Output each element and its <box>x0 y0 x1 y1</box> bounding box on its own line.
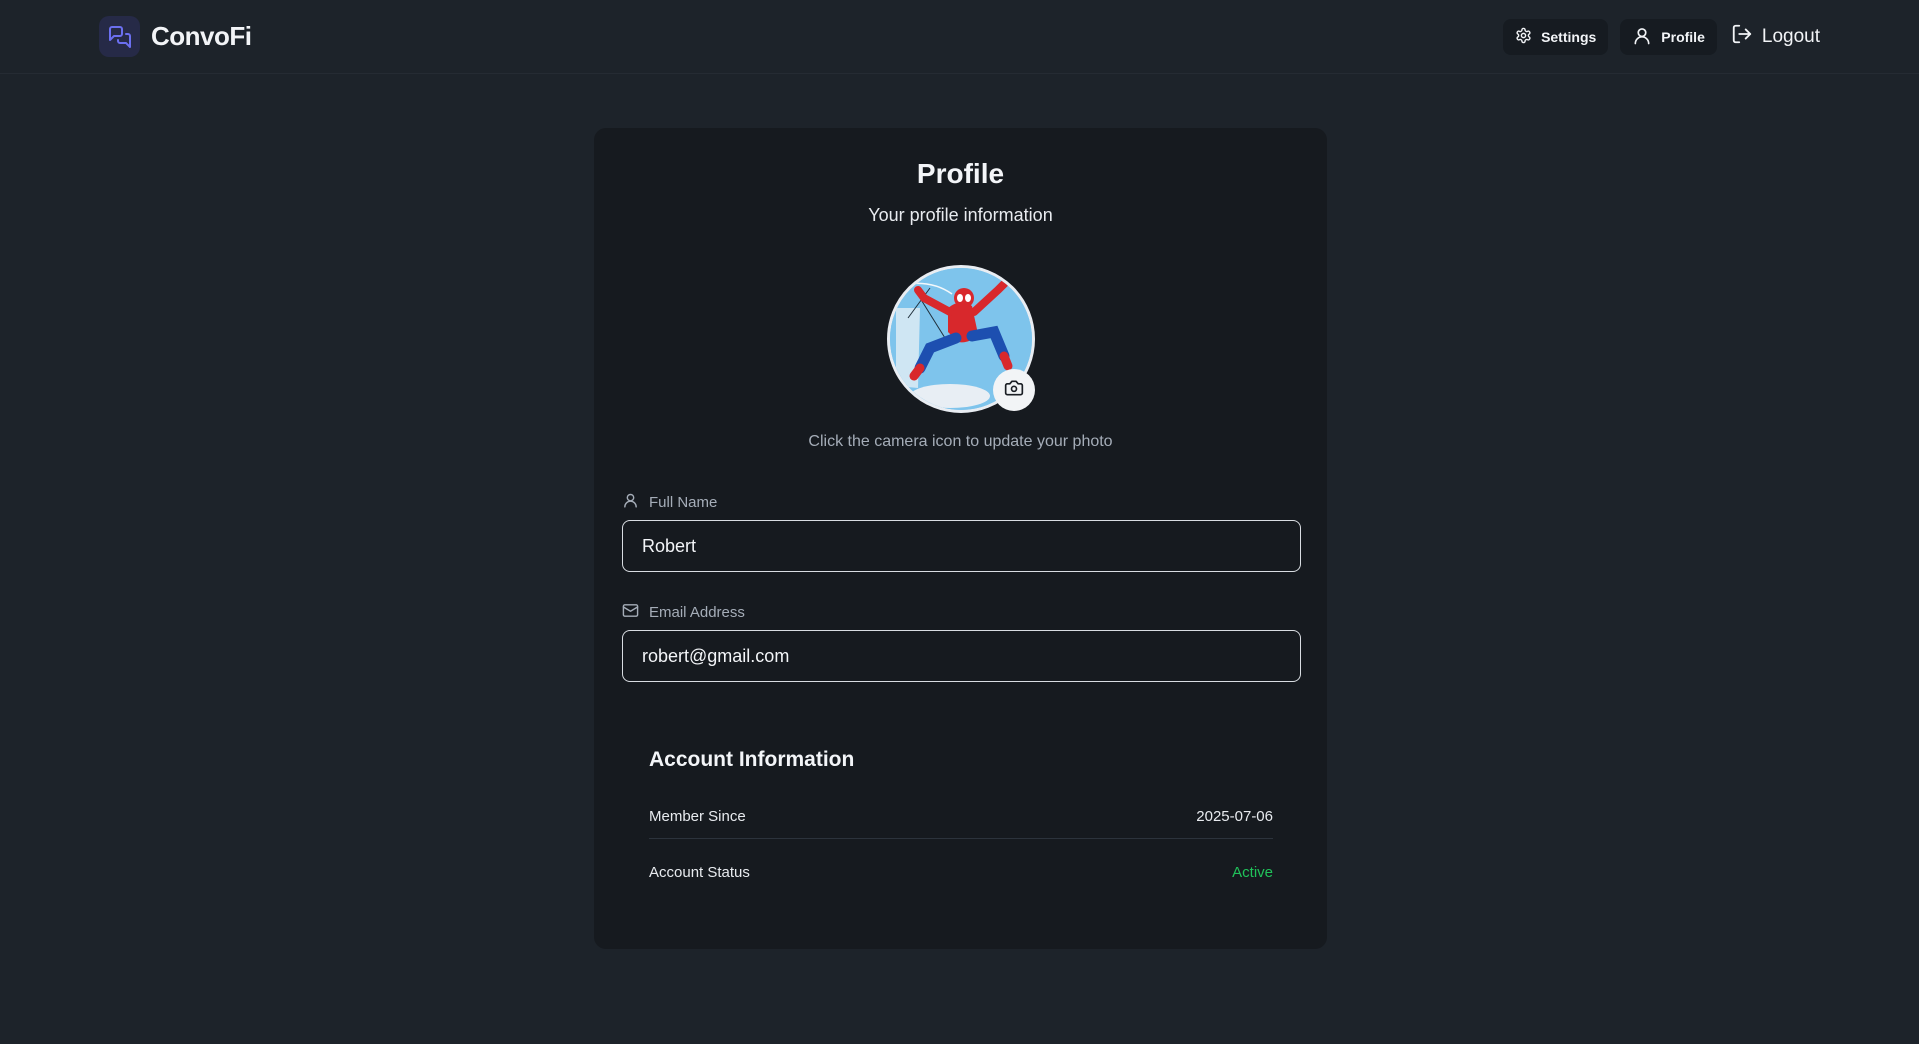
page-title: Profile <box>916 158 1005 189</box>
divider <box>649 838 1273 839</box>
user-icon <box>1632 26 1652 49</box>
top-navbar: ConvoFi Settings Profile Logout <box>0 0 1919 74</box>
member-since-row: Member Since 2025-07-06 <box>649 808 1273 825</box>
email-field[interactable] <box>622 630 1301 682</box>
profile-card: Profile Your profile information Click t… <box>594 128 1327 949</box>
avatar-hint: Click the camera icon to update your pho… <box>808 433 1113 450</box>
settings-button[interactable]: Settings <box>1503 19 1609 55</box>
logout-icon <box>1731 23 1753 51</box>
settings-label: Settings <box>1541 29 1597 45</box>
logout-label: Logout <box>1761 26 1820 47</box>
full-name-field[interactable] <box>622 520 1301 572</box>
avatar-container <box>887 265 1035 413</box>
mail-icon <box>622 602 639 623</box>
change-photo-button[interactable] <box>993 369 1035 411</box>
nav-actions: Settings Profile Logout <box>1503 19 1822 55</box>
full-name-label: Full Name <box>622 492 717 513</box>
chat-bubbles-icon <box>99 16 140 57</box>
profile-button[interactable]: Profile <box>1620 19 1717 55</box>
email-label-text: Email Address <box>649 604 745 621</box>
full-name-label-text: Full Name <box>649 494 718 511</box>
email-label: Email Address <box>622 602 745 623</box>
profile-label: Profile <box>1661 29 1705 45</box>
member-since-label: Member Since <box>649 808 746 825</box>
brand-logo-link[interactable]: ConvoFi <box>99 16 252 57</box>
account-status-row: Account Status Active <box>649 864 1273 881</box>
brand-name: ConvoFi <box>151 21 252 51</box>
page-subtitle: Your profile information <box>868 205 1053 225</box>
camera-icon <box>1004 378 1024 403</box>
gear-icon <box>1515 27 1532 47</box>
account-status-label: Account Status <box>649 864 750 881</box>
account-info-title: Account Information <box>649 748 855 771</box>
logout-button[interactable]: Logout <box>1729 19 1822 55</box>
status-badge: Active <box>1232 864 1273 881</box>
member-since-value: 2025-07-06 <box>1196 808 1273 825</box>
user-icon <box>622 492 639 513</box>
